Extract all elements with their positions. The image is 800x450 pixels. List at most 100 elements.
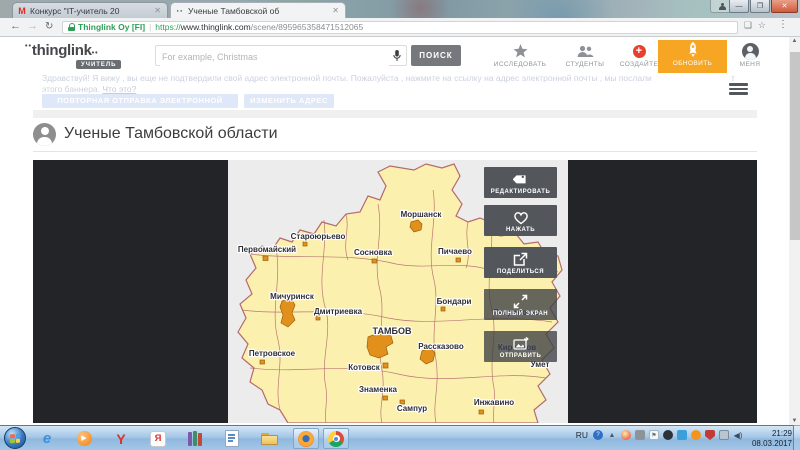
city-label: Староюрьево	[291, 232, 346, 241]
change-address-button[interactable]: ИЗМЕНИТЬ АДРЕС	[244, 94, 334, 108]
city-label: Первомайский	[238, 245, 296, 254]
city-label: Рассказово	[418, 342, 464, 351]
thinglink-logo[interactable]: ••thinglink••	[25, 42, 99, 59]
omnibox-action-icons: ❏ ☆	[744, 20, 766, 31]
city-label: Бондари	[437, 297, 472, 306]
network-tray-icon[interactable]	[719, 430, 729, 440]
nav-label: МЕНЯ	[729, 61, 771, 68]
tab-title: Конкурс "IT-учитель 20	[30, 6, 149, 16]
search-input[interactable]	[160, 47, 389, 66]
overlay-button-label: РЕДАКТИРОВАТЬ	[484, 187, 557, 198]
logo-dots: ••	[92, 50, 99, 57]
url-path: /scene/895965358471512065	[251, 22, 364, 32]
chrome-icon[interactable]	[323, 428, 349, 449]
maximize-button[interactable]: ❐	[750, 0, 770, 13]
windows-taskbar: e ▶ Y Я RU ? ▲ ⚑ ◀) 21:29 08.03.2017	[0, 425, 800, 450]
internet-explorer-icon[interactable]: e	[34, 428, 60, 449]
firefox-icon[interactable]	[293, 428, 319, 449]
nav-label: ИССЛЕДОВАТЬ	[486, 61, 554, 68]
fullscreen-button[interactable]: ПОЛНЫЙ ЭКРАН	[484, 289, 557, 320]
yandex-icon[interactable]: Я	[145, 428, 171, 449]
students-icon	[577, 45, 594, 58]
yandex-browser-icon[interactable]: Y	[108, 428, 134, 449]
app-tray-icon[interactable]	[663, 430, 673, 440]
ev-certificate-label[interactable]: Thinglink Oy [FI]	[78, 22, 145, 32]
overlay-button-label: ОТПРАВИТЬ	[484, 351, 557, 362]
translate-icon[interactable]: ❏	[744, 20, 752, 31]
nav-label: СТУДЕНТЫ	[556, 61, 614, 68]
browser-tab-gmail[interactable]: M Конкурс "IT-учитель 20 ✕	[12, 2, 168, 18]
hamburger-menu-icon[interactable]	[729, 83, 748, 96]
scene-media-panel: Моршанск Староюрьево Первомайский Соснов…	[33, 160, 757, 423]
winrar-icon[interactable]	[182, 428, 208, 449]
bookmark-star-icon[interactable]: ☆	[758, 20, 766, 31]
city-label: ТАМБОВ	[373, 326, 412, 336]
minimize-button[interactable]: —	[729, 0, 749, 13]
flag-tray-icon[interactable]: ⚑	[649, 430, 659, 440]
agent-tray-icon[interactable]	[635, 430, 645, 440]
nav-explore[interactable]: ИССЛЕДОВАТЬ	[486, 43, 554, 68]
email-confirm-banner-text2: этого баннера. Что это?	[42, 84, 136, 94]
close-button[interactable]: ✕	[771, 0, 798, 13]
blue-tray-icon[interactable]	[677, 430, 687, 440]
tag-icon	[513, 172, 528, 187]
scrollbar-thumb[interactable]	[790, 52, 800, 240]
like-button[interactable]: НАЖАТЬ	[484, 205, 557, 236]
help-tray-icon[interactable]: ?	[593, 430, 603, 440]
nav-me[interactable]: МЕНЯ	[729, 43, 771, 68]
send-button[interactable]: ОТПРАВИТЬ	[484, 331, 557, 362]
scroll-down-arrow-icon[interactable]: ▼	[789, 418, 800, 424]
forward-button[interactable]: →	[27, 21, 38, 32]
edit-button[interactable]: РЕДАКТИРОВАТЬ	[484, 167, 557, 198]
scroll-up-arrow-icon[interactable]: ▲	[789, 38, 800, 44]
city-marker	[383, 396, 388, 400]
star-icon	[513, 44, 528, 58]
nav-upgrade[interactable]: ОБНОВИТЬ	[658, 40, 727, 73]
overlay-button-label: ПОДЕЛИТЬСЯ	[484, 267, 557, 278]
title-divider	[33, 151, 757, 152]
reload-button[interactable]: ↻	[45, 21, 53, 32]
nav-students[interactable]: СТУДЕНТЫ	[556, 43, 614, 68]
show-desktop-button[interactable]	[793, 425, 800, 450]
start-button[interactable]	[4, 427, 26, 449]
back-button[interactable]: ←	[10, 21, 21, 32]
antivirus-tray-icon[interactable]	[621, 430, 631, 440]
window-controls: — ❐ ✕	[728, 0, 798, 13]
logo-text: thinglink	[32, 42, 92, 59]
resend-email-button[interactable]: ПОВТОРНАЯ ОТПРАВКА ЭЛЕКТРОННОЙ ПОЧТЫ	[42, 94, 238, 108]
clock-date: 08.03.2017	[752, 439, 792, 449]
word-document-icon[interactable]	[219, 428, 245, 449]
city-label: Инжавино	[474, 398, 514, 407]
language-indicator[interactable]: RU	[576, 430, 588, 440]
chrome-menu-icon[interactable]: ⋮	[778, 19, 788, 30]
search-button[interactable]: ПОИСК	[411, 45, 461, 66]
shield-tray-icon[interactable]	[705, 430, 715, 440]
thinglink-icon: ∙∙	[175, 6, 185, 16]
browser-tab-thinglink[interactable]: ∙∙ Ученые Тамбовской об ✕	[170, 2, 346, 18]
create-plus-icon: +	[633, 45, 646, 58]
explorer-folder-icon[interactable]	[256, 428, 282, 449]
thinglink-page: ••thinglink•• УЧИТЕЛЬ ПОИСК ИССЛЕДОВАТЬ …	[0, 37, 789, 425]
tab-close-icon[interactable]: ✕	[330, 6, 341, 15]
heart-icon	[513, 211, 529, 225]
taskbar-clock[interactable]: 21:29 08.03.2017	[752, 429, 792, 448]
system-tray: RU ? ▲ ⚑ ◀)	[576, 430, 743, 440]
orange-tray-icon[interactable]	[691, 430, 701, 440]
address-bar[interactable]: Thinglink Oy [FI] | https://www.thinglin…	[62, 21, 738, 34]
city-marker	[479, 410, 484, 414]
share-icon	[513, 252, 528, 267]
page-scrollbar[interactable]: ▲ ▼	[789, 37, 800, 425]
browser-tab-bar: M Конкурс "IT-учитель 20 ✕ ∙∙ Ученые Там…	[0, 0, 800, 18]
hidden-icons-arrow[interactable]: ▲	[607, 430, 617, 440]
media-player-icon[interactable]: ▶	[71, 428, 97, 449]
scene-author-avatar[interactable]	[33, 123, 56, 146]
what-is-this-link[interactable]: Что это?	[102, 84, 136, 94]
nav-create[interactable]: + СОЗДАЙТЕ	[614, 43, 664, 68]
city-marker	[263, 256, 268, 261]
person-icon	[719, 3, 726, 10]
share-button[interactable]: ПОДЕЛИТЬСЯ	[484, 247, 557, 278]
tab-close-icon[interactable]: ✕	[152, 6, 163, 15]
microphone-icon[interactable]	[393, 50, 401, 62]
nav-label: ОБНОВИТЬ	[658, 60, 727, 67]
volume-tray-icon[interactable]: ◀)	[733, 430, 743, 440]
